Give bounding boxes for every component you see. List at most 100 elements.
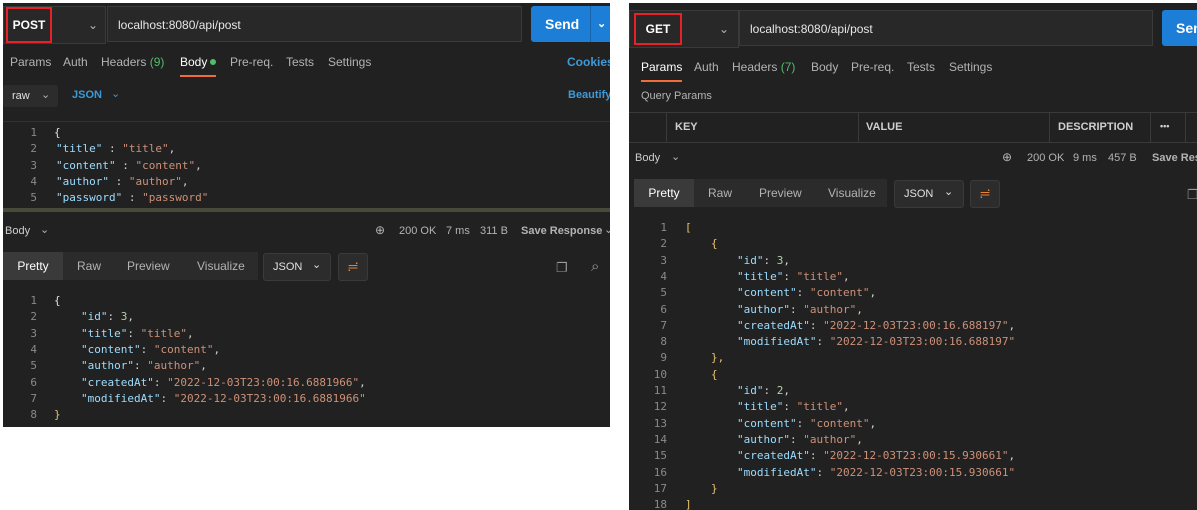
line-number: 17 <box>653 481 667 495</box>
save-response-button[interactable]: Save Response <box>1152 152 1197 164</box>
json-punctuation: : <box>816 465 830 479</box>
chevron-down-icon[interactable]: ⌄ <box>604 223 610 236</box>
line-number: 3 <box>30 158 37 172</box>
open-brace: { <box>54 126 61 139</box>
json-punctuation: : <box>763 384 777 397</box>
cookies-link[interactable]: Cookies <box>567 55 610 69</box>
json-line: "createdAt": "2022-12-03T23:00:15.930661… <box>737 449 1015 462</box>
line-number: 6 <box>660 302 667 316</box>
json-key: "password" <box>56 191 123 205</box>
tab-body[interactable]: Body <box>180 55 217 77</box>
tab-visualize[interactable]: Visualize <box>828 186 876 200</box>
send-button[interactable]: Send ⌄ <box>531 6 610 42</box>
get-request-panel: GET ⌄ localhost:8080/api/post Send Param… <box>629 3 1197 510</box>
tab-body[interactable]: Body <box>811 60 838 74</box>
json-key: "content" <box>737 286 797 300</box>
tab-tests[interactable]: Tests <box>907 60 935 74</box>
tab-auth[interactable]: Auth <box>694 60 719 74</box>
json-brace: [ <box>685 221 692 234</box>
json-punctuation: , <box>783 384 790 397</box>
json-value: "author" <box>803 302 857 316</box>
tab-visualize[interactable]: Visualize <box>197 259 245 273</box>
json-brace: { <box>711 237 718 251</box>
json-line: "author": "author", <box>81 359 207 372</box>
tab-headers[interactable]: Headers (7) <box>732 60 795 74</box>
url-input[interactable]: localhost:8080/api/post <box>739 10 1153 46</box>
json-value: "author" <box>147 359 201 373</box>
json-line: "author": "author", <box>737 433 863 446</box>
copy-icon[interactable]: ❐ <box>1187 188 1197 201</box>
tab-prereq[interactable]: Pre-req. <box>230 55 273 69</box>
tab-settings[interactable]: Settings <box>949 60 992 74</box>
tab-tests[interactable]: Tests <box>286 55 314 69</box>
chevron-down-icon[interactable]: ⌄ <box>671 150 680 163</box>
tab-params[interactable]: Params <box>641 60 683 82</box>
tab-raw[interactable]: Raw <box>77 259 101 273</box>
tab-prereq[interactable]: Pre-req. <box>851 60 894 74</box>
line-number: 12 <box>653 400 667 414</box>
json-punctuation: , <box>168 142 176 156</box>
response-body-label: Body <box>635 152 661 164</box>
line-number: 4 <box>30 342 37 356</box>
globe-icon[interactable]: ⊕ <box>375 223 385 237</box>
format-label: JSON <box>904 188 934 200</box>
response-time: 9 ms <box>1073 152 1097 164</box>
request-tabs: Params Auth Headers (9) Body Pre-req. Te… <box>3 55 610 77</box>
body-language-select[interactable]: JSON <box>72 89 102 101</box>
search-icon[interactable]: ⌕ <box>591 259 599 274</box>
send-button[interactable]: Send <box>1162 10 1197 46</box>
json-punctuation: , <box>186 326 194 340</box>
method-label: GET <box>634 13 682 45</box>
json-key: "createdAt" <box>737 318 810 332</box>
json-line: "content" : "content", <box>56 159 202 172</box>
globe-icon[interactable]: ⊕ <box>1002 150 1012 164</box>
method-selector[interactable]: GET ⌄ <box>629 10 739 48</box>
modified-dot-icon <box>210 59 217 65</box>
chevron-down-icon[interactable]: ⌄ <box>597 6 606 42</box>
json-punctuation: : <box>140 342 154 356</box>
more-options-icon[interactable]: ••• <box>1160 121 1169 131</box>
method-selector[interactable]: POST ⌄ <box>3 6 106 44</box>
copy-icon[interactable]: ❐ <box>556 261 568 274</box>
body-type-select[interactable]: raw ⌄ <box>3 85 58 107</box>
resize-handle[interactable] <box>3 208 610 212</box>
chevron-down-icon[interactable]: ⌄ <box>40 223 49 236</box>
json-line: "modifiedAt": "2022-12-03T23:00:16.68819… <box>737 335 1015 348</box>
json-punctuation: : <box>783 269 797 283</box>
line-number: 2 <box>30 142 37 156</box>
line-number: 1 <box>660 221 667 234</box>
beautify-link[interactable]: Beautify <box>568 89 610 101</box>
tab-auth[interactable]: Auth <box>63 55 88 69</box>
save-response-button[interactable]: Save Response <box>521 225 602 237</box>
json-punctuation: : <box>796 416 810 430</box>
tab-raw[interactable]: Raw <box>708 186 732 200</box>
tab-pretty[interactable]: Pretty <box>3 252 63 280</box>
json-key: "author" <box>81 359 134 373</box>
wrap-lines-icon[interactable]: ≓ <box>338 253 368 281</box>
tab-params[interactable]: Params <box>10 55 51 69</box>
json-line: "modifiedAt": "2022-12-03T23:00:15.93066… <box>737 466 1015 479</box>
tab-preview[interactable]: Preview <box>759 186 802 200</box>
chevron-down-icon[interactable]: ⌄ <box>111 87 120 100</box>
json-line: "modifiedAt": "2022-12-03T23:00:16.68819… <box>81 392 366 405</box>
line-number: 7 <box>660 318 667 332</box>
json-value: "author" <box>803 432 857 446</box>
json-value: "2022-12-03T23:00:15.930661" <box>823 449 1009 463</box>
wrap-lines-icon[interactable]: ≓ <box>970 180 1000 208</box>
send-button-label: Send <box>1176 20 1197 36</box>
json-punctuation: : <box>809 449 824 463</box>
format-select[interactable]: JSON ⌄ <box>263 253 331 281</box>
request-body-editor[interactable]: 12345 { "title" : "title", "content" : "c… <box>3 121 610 214</box>
json-line: "content": "content", <box>81 343 220 356</box>
url-input[interactable]: localhost:8080/api/post <box>107 6 522 42</box>
json-value: "content" <box>809 286 870 300</box>
tab-settings[interactable]: Settings <box>328 55 371 69</box>
line-number: 1 <box>30 294 37 307</box>
json-punctuation: : <box>107 310 121 324</box>
tab-pretty[interactable]: Pretty <box>634 179 694 207</box>
tab-preview[interactable]: Preview <box>127 259 170 273</box>
tab-headers[interactable]: Headers (9) <box>101 55 164 69</box>
format-select[interactable]: JSON ⌄ <box>894 180 964 208</box>
json-punctuation: , <box>783 253 790 267</box>
json-key: "modifiedAt" <box>81 391 161 405</box>
